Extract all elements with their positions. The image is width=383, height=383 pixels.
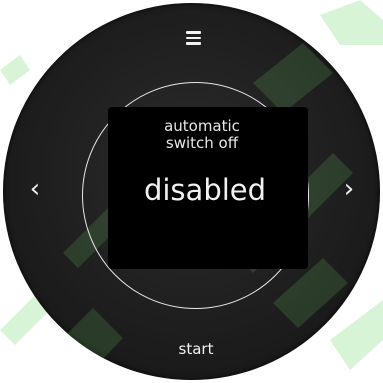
chevron-right-icon[interactable]: › bbox=[336, 176, 362, 204]
menu-line bbox=[185, 36, 201, 40]
chevron-left-icon[interactable]: ‹ bbox=[22, 176, 48, 204]
setting-title: automatic switch off bbox=[120, 118, 284, 152]
start-button[interactable]: start bbox=[156, 340, 236, 358]
setting-title-line1: automatic bbox=[164, 117, 240, 135]
setting-value: disabled bbox=[143, 173, 267, 207]
setting-title-line2: switch off bbox=[165, 134, 239, 152]
menu-line bbox=[185, 42, 201, 45]
hamburger-menu-icon[interactable] bbox=[181, 26, 205, 50]
menu-line bbox=[185, 31, 201, 34]
